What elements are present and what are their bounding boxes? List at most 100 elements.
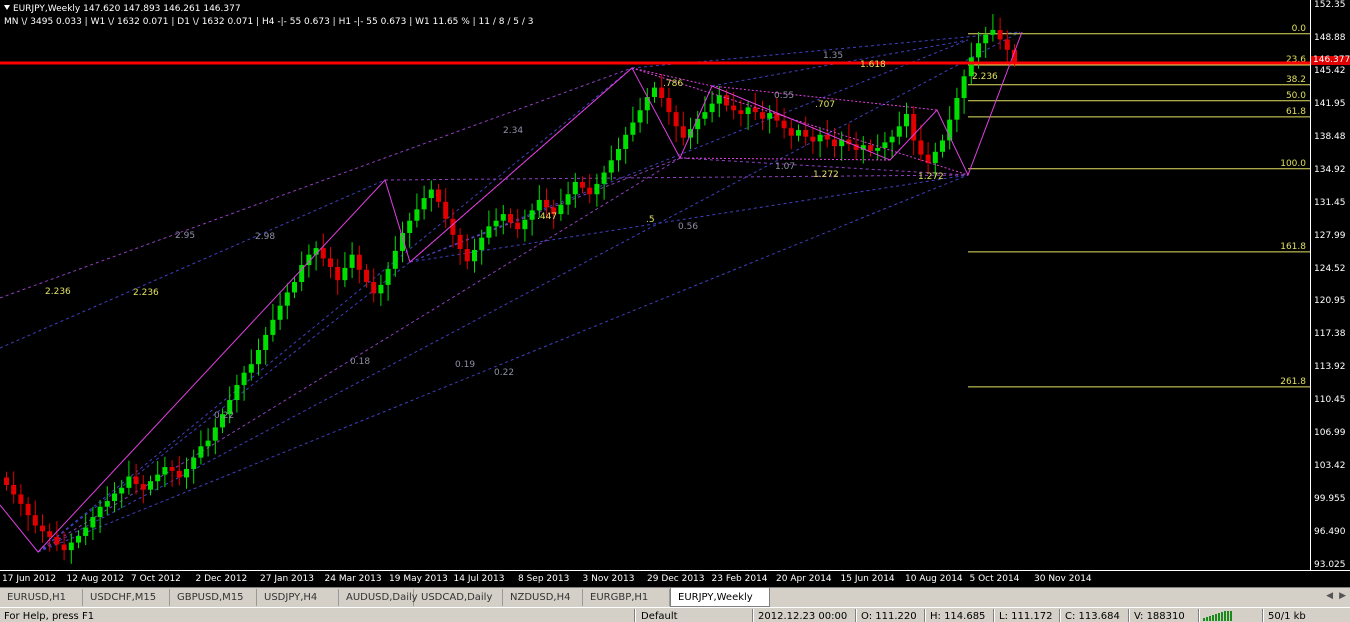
candle[interactable] xyxy=(709,91,715,123)
candle[interactable] xyxy=(364,264,369,288)
candle[interactable] xyxy=(680,111,686,146)
candle[interactable] xyxy=(716,86,722,118)
candle[interactable] xyxy=(284,283,290,320)
candle[interactable] xyxy=(256,338,261,376)
candle[interactable] xyxy=(119,479,125,509)
candle[interactable] xyxy=(356,245,362,284)
candle[interactable] xyxy=(292,276,297,299)
candle[interactable] xyxy=(997,17,1003,50)
candle[interactable] xyxy=(896,111,902,145)
candle[interactable] xyxy=(25,497,31,532)
chart-tab[interactable]: EURGBP,H1 xyxy=(583,589,670,606)
candle[interactable] xyxy=(176,456,182,486)
candle[interactable] xyxy=(637,97,643,133)
candle[interactable] xyxy=(493,208,499,237)
candle[interactable] xyxy=(486,210,492,245)
candle[interactable] xyxy=(940,134,945,158)
candle[interactable] xyxy=(918,124,924,162)
candle[interactable] xyxy=(198,430,204,465)
candle[interactable] xyxy=(889,129,895,159)
candle[interactable] xyxy=(328,247,333,279)
candle[interactable] xyxy=(421,185,427,220)
candle[interactable] xyxy=(169,460,175,487)
candle[interactable] xyxy=(450,208,456,248)
candle[interactable] xyxy=(796,124,801,142)
candle[interactable] xyxy=(241,365,247,401)
tab-scroll-arrows[interactable]: ◀ ▶ xyxy=(1320,591,1346,601)
candle[interactable] xyxy=(443,188,449,228)
candle[interactable] xyxy=(184,457,189,489)
candle[interactable] xyxy=(817,127,823,158)
candle[interactable] xyxy=(40,514,45,543)
candle[interactable] xyxy=(349,242,355,279)
chart-tab[interactable]: USDCAD,Daily xyxy=(414,589,503,606)
candle[interactable] xyxy=(436,183,441,208)
candle[interactable] xyxy=(695,110,701,144)
candle[interactable] xyxy=(162,456,168,488)
candle[interactable] xyxy=(752,92,758,121)
candle[interactable] xyxy=(18,484,24,517)
candle[interactable] xyxy=(212,418,218,455)
candle[interactable] xyxy=(32,500,38,534)
chart-area[interactable]: 0.0 23.6 38.2 50.0 61.8 100.0 161.8 261.8 1.35 1… xyxy=(0,0,1310,570)
candle[interactable] xyxy=(464,234,470,270)
candle[interactable] xyxy=(623,126,629,164)
candle[interactable] xyxy=(335,259,341,295)
candle[interactable] xyxy=(378,274,384,306)
candle[interactable] xyxy=(882,132,888,161)
candle[interactable] xyxy=(191,449,197,484)
candle[interactable] xyxy=(803,116,809,146)
candle[interactable] xyxy=(472,238,477,273)
candle[interactable] xyxy=(810,126,816,154)
chart-tab[interactable]: USDJPY,H4 xyxy=(257,589,339,606)
candle[interactable] xyxy=(788,119,794,150)
candle[interactable] xyxy=(1004,30,1010,64)
candle[interactable] xyxy=(925,142,931,174)
candle[interactable] xyxy=(234,374,240,413)
time-axis[interactable]: 17 Jun 2012 12 Aug 2012 7 Oct 2012 2 Dec 20… xyxy=(0,570,1350,587)
candle[interactable] xyxy=(558,188,564,221)
chart-tab[interactable]: USDCHF,M15 xyxy=(83,589,170,606)
candle[interactable] xyxy=(320,233,326,267)
candle[interactable] xyxy=(580,176,585,194)
candle[interactable] xyxy=(148,475,153,496)
candle[interactable] xyxy=(140,474,146,504)
tab-scroll-right-icon[interactable]: ▶ xyxy=(1339,591,1346,601)
candle[interactable] xyxy=(760,100,765,131)
candle[interactable] xyxy=(911,106,917,156)
candle[interactable] xyxy=(371,268,377,303)
candle[interactable] xyxy=(673,105,679,143)
dropdown-triangle-icon[interactable] xyxy=(4,5,10,10)
chart-tab[interactable]: EURJPY,Weekly xyxy=(670,588,770,607)
candle[interactable] xyxy=(11,471,17,504)
candle[interactable] xyxy=(500,205,506,235)
candle[interactable] xyxy=(385,262,391,301)
chart-tab[interactable]: EURUSD,H1 xyxy=(0,589,83,606)
candle[interactable] xyxy=(97,499,103,533)
candle[interactable] xyxy=(407,212,413,248)
candle[interactable] xyxy=(868,139,873,157)
candle[interactable] xyxy=(522,209,528,242)
candle[interactable] xyxy=(652,81,657,103)
candle[interactable] xyxy=(205,428,211,457)
candle[interactable] xyxy=(76,530,81,549)
candle[interactable] xyxy=(342,252,348,287)
candle[interactable] xyxy=(414,193,420,228)
candle[interactable] xyxy=(616,137,621,172)
candle[interactable] xyxy=(565,181,571,215)
candle[interactable] xyxy=(155,461,161,491)
candle[interactable] xyxy=(126,460,132,495)
candle[interactable] xyxy=(529,203,535,236)
candle[interactable] xyxy=(666,87,672,125)
chart-tab[interactable]: AUDUSD,Daily xyxy=(339,589,418,606)
price-axis[interactable]: 152.35 148.88 145.42 141.95 138.48 134.92 131.… xyxy=(1310,0,1350,570)
candle[interactable] xyxy=(961,69,967,114)
candle[interactable] xyxy=(947,106,953,150)
candle[interactable] xyxy=(248,349,254,381)
price-chart[interactable]: 0.023.638.250.061.8100.0161.8261.8 1.351… xyxy=(0,0,1310,570)
candle[interactable] xyxy=(954,87,960,133)
candle[interactable] xyxy=(457,228,463,265)
tab-scroll-left-icon[interactable]: ◀ xyxy=(1326,591,1333,601)
candle[interactable] xyxy=(508,208,513,229)
candle[interactable] xyxy=(270,303,276,342)
